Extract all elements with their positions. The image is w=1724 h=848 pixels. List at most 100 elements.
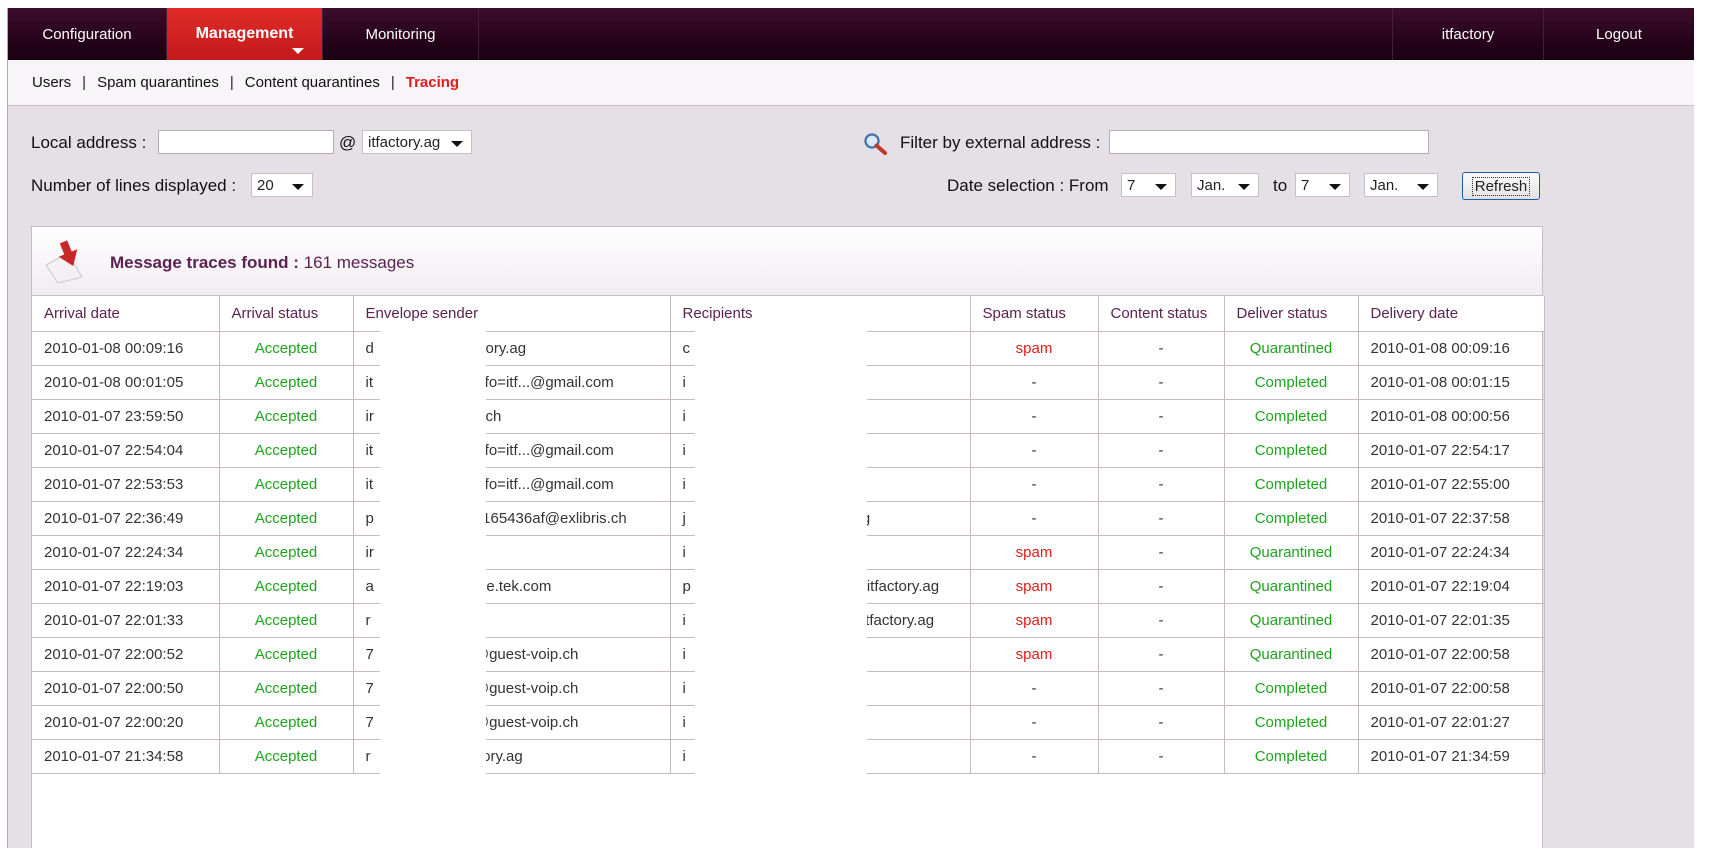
subnav-content-quarantines[interactable]: Content quarantines [245,74,380,91]
delivery-date: 2010-01-07 22:01:27 [1370,714,1510,731]
arrival-date-cell: 2010-01-07 22:36:49 [32,501,220,536]
deliver-status: Completed [1254,714,1328,731]
column-header[interactable]: Arrival date [32,296,220,332]
nav-user[interactable]: itfactory [1392,8,1544,60]
deliver-status: Completed [1254,748,1328,765]
lines-displayed-label: Number of lines displayed : [31,176,237,195]
deliver-status-cell: Quarantined [1224,331,1359,366]
lines-displayed-select[interactable]: 20 [251,173,313,197]
sender-prefix: it [365,476,374,493]
chevron-down-icon [292,184,304,190]
arrival-status: Accepted [254,408,318,425]
arrival-date-cell: 2010-01-08 00:01:05 [32,365,220,400]
table-header-row: Arrival date Arrival status Envelope sende… [32,296,1545,332]
sender-prefix: 7 [365,680,374,697]
deliver-status-cell: Completed [1224,739,1359,774]
subnav-separator: | [82,74,87,91]
content-status: - [1158,714,1164,731]
subnav-separator: | [390,74,395,91]
arrival-status: Accepted [254,476,318,493]
content-status-cell: - [1098,739,1225,774]
deliver-status-cell: Completed [1224,399,1359,434]
delivery-date-cell: 2010-01-08 00:00:56 [1358,399,1545,434]
column-header[interactable]: Delivery date [1358,296,1545,332]
spam-status-cell: spam [970,637,1099,672]
arrival-status: Accepted [254,510,318,527]
column-header[interactable]: Spam status [970,296,1099,332]
sub-nav: Users | Spam quarantines | Content quara… [8,60,1694,106]
sender-suffix: @guest-voip.ch [473,714,579,731]
column-header[interactable]: Deliver status [1224,296,1359,332]
sender-prefix: 7 [365,646,374,663]
sender-prefix: it [365,374,374,391]
spam-status-cell: - [970,365,1099,400]
content-status: - [1158,612,1164,629]
delivery-date-cell: 2010-01-07 22:24:34 [1358,535,1545,570]
content-status-cell: - [1098,365,1225,400]
to-day-select[interactable]: 7 [1295,173,1350,197]
refresh-button[interactable]: Refresh [1462,172,1540,200]
arrival-status-cell: Accepted [219,637,354,672]
to-month-select[interactable]: Jan. [1364,173,1438,197]
delivery-date: 2010-01-07 22:19:04 [1370,578,1510,595]
local-address-input[interactable] [158,130,334,154]
column-header[interactable]: Content status [1098,296,1225,332]
spam-status-cell: spam [970,331,1099,366]
delivery-date: 2010-01-07 21:34:59 [1370,748,1510,765]
recipient-prefix: i [682,408,686,425]
deliver-status: Quarantined [1249,544,1333,561]
sender-suffix: 6165436af@exlibris.ch [473,510,627,527]
sender-suffix: @guest-voip.ch [473,680,579,697]
arrival-date-cell: 2010-01-07 22:00:52 [32,637,220,672]
spam-status-cell: - [970,501,1099,536]
message-envelope-icon [45,240,83,283]
nav-monitoring[interactable]: Monitoring [323,8,479,60]
column-header[interactable]: Recipients [670,296,971,332]
to-day-value: 7 [1301,176,1310,194]
subnav-spam-quarantines[interactable]: Spam quarantines [97,74,219,91]
domain-select-value: itfactory.ag [368,133,441,151]
content-status-cell: - [1098,671,1225,706]
arrival-status-cell: Accepted [219,671,354,706]
recipient-suffix: itfactory.ag [861,612,935,629]
spam-status-cell: spam [970,569,1099,604]
arrival-date-cell: 2010-01-08 00:09:16 [32,331,220,366]
from-day-value: 7 [1127,176,1136,194]
from-day-select[interactable]: 7 [1121,173,1176,197]
logout-button[interactable]: Logout [1544,8,1694,60]
delivery-date-cell: 2010-01-07 21:34:59 [1358,739,1545,774]
domain-select[interactable]: itfactory.ag [362,130,472,154]
content-status-cell: - [1098,705,1225,740]
delivery-date-cell: 2010-01-07 22:00:58 [1358,671,1545,706]
arrival-date: 2010-01-07 22:53:53 [44,476,184,493]
from-month-select[interactable]: Jan. [1191,173,1259,197]
subnav-users[interactable]: Users [32,74,71,91]
column-header[interactable]: Envelope sender [353,296,671,332]
lines-displayed-value: 20 [257,176,274,194]
spam-status: - [1031,374,1037,391]
arrival-status-cell: Accepted [219,739,354,774]
subnav-tracing[interactable]: Tracing [406,74,459,91]
deliver-status: Completed [1254,374,1328,391]
spam-status: - [1031,408,1037,425]
delivery-date: 2010-01-08 00:00:56 [1370,408,1510,425]
nav-management[interactable]: Management [167,8,323,60]
delivery-date-cell: 2010-01-07 22:19:04 [1358,569,1545,604]
spam-status-cell: - [970,467,1099,502]
top-nav: Configuration Management Monitoring itfa… [8,8,1694,60]
local-address-label: Local address : [31,133,147,152]
external-address-input[interactable] [1109,130,1429,154]
delivery-date: 2010-01-08 00:01:15 [1370,374,1510,391]
nav-configuration[interactable]: Configuration [8,8,167,60]
delivery-date-cell: 2010-01-07 22:55:00 [1358,467,1545,502]
arrival-date-cell: 2010-01-07 22:53:53 [32,467,220,502]
arrival-date: 2010-01-08 00:01:05 [44,374,184,391]
deliver-status: Completed [1254,408,1328,425]
content-status-cell: - [1098,501,1225,536]
arrival-date: 2010-01-07 22:00:50 [44,680,184,697]
deliver-status-cell: Quarantined [1224,569,1359,604]
content-status: - [1158,510,1164,527]
deliver-status-cell: Completed [1224,501,1359,536]
column-header[interactable]: Arrival status [219,296,354,332]
